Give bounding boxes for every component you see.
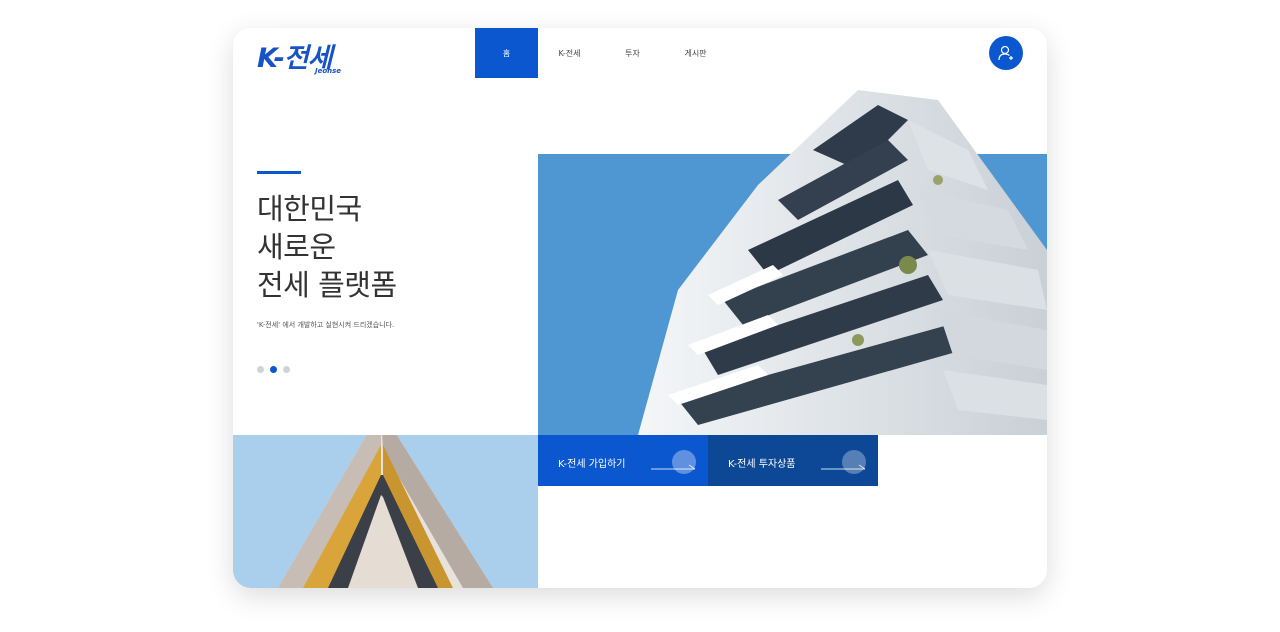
tower-image: [278, 435, 493, 588]
cta-join-button[interactable]: K-전세 가입하기: [538, 435, 708, 486]
arrow-right-icon: [821, 450, 866, 474]
slide-dot-active[interactable]: [270, 366, 277, 373]
hero-headline-line-3: 전세 플랫폼: [257, 268, 397, 302]
cta-invest-button[interactable]: K-전세 투자상품: [708, 435, 878, 486]
arrow-right-icon: [651, 450, 696, 474]
slide-dot[interactable]: [257, 366, 264, 373]
logo[interactable]: K-전세 Jeonse: [257, 36, 347, 75]
building-image: [638, 90, 1047, 435]
nav-item-k-jeonse[interactable]: K-전세: [538, 28, 601, 78]
secondary-blue-panel: [233, 435, 538, 588]
nav-item-home[interactable]: 홈: [475, 28, 538, 78]
hero-subtext: 'K-전세' 에서 개발하고 실현시켜 드리겠습니다.: [257, 321, 395, 329]
logo-subtext: Jeonse: [315, 67, 342, 75]
cta-invest-label: K-전세 투자상품: [728, 459, 796, 470]
main-card: K-전세 Jeonse 홈 K-전세 투자 게시판 대한민국 새로운 전세 플랫…: [233, 28, 1047, 588]
slide-dot[interactable]: [283, 366, 290, 373]
accent-line: [257, 171, 301, 174]
hero-headline-line-2: 새로운: [257, 230, 336, 264]
hero-headline: 대한민국 새로운 전세 플랫폼: [257, 190, 397, 304]
slide-indicator: [257, 366, 290, 373]
hero-headline-line-1: 대한민국: [257, 192, 362, 226]
cta-join-label: K-전세 가입하기: [558, 459, 626, 470]
